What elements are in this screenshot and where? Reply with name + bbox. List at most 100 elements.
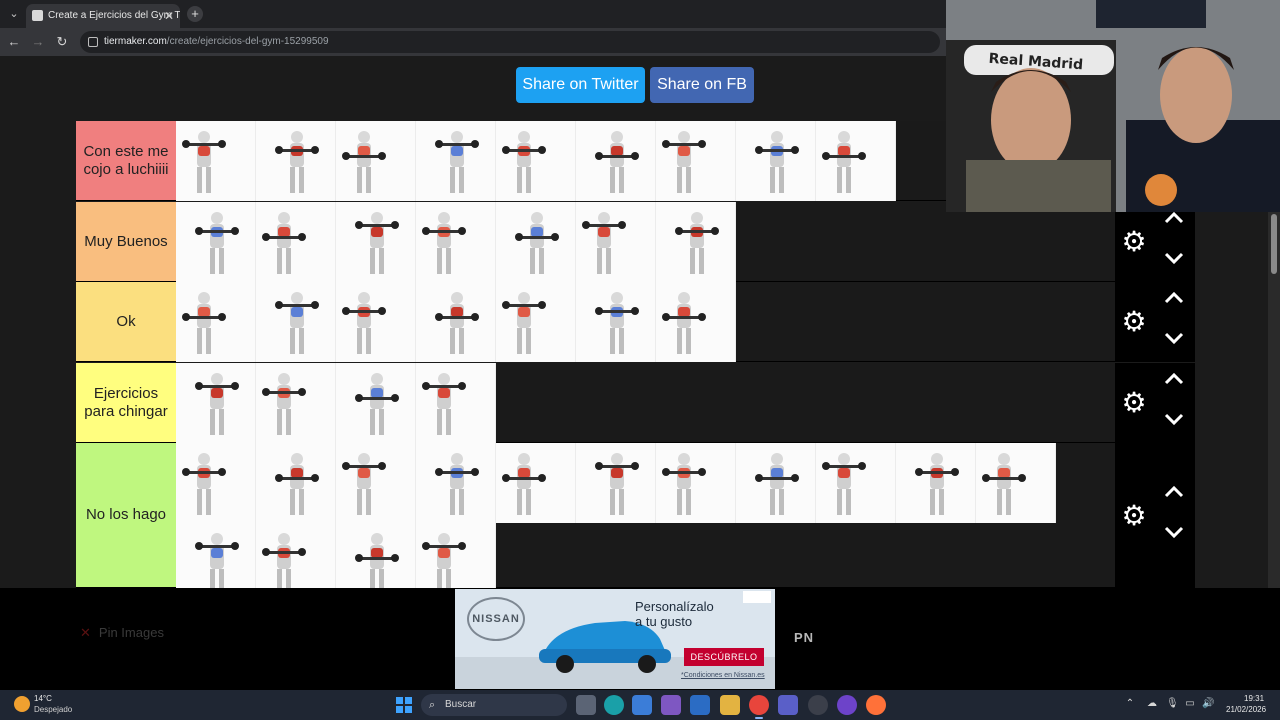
file-explorer-icon[interactable] <box>720 695 740 715</box>
move-tier-up-chevron-icon[interactable] <box>1163 484 1185 500</box>
exercise-image[interactable] <box>416 282 496 362</box>
site-info-icon[interactable] <box>88 37 98 47</box>
tier-label[interactable]: Con este me cojo a luchiiii <box>76 121 176 200</box>
task-view-icon[interactable] <box>576 695 596 715</box>
exercise-image[interactable] <box>736 121 816 201</box>
exercise-image[interactable] <box>336 523 416 588</box>
clock-time[interactable]: 19:31 <box>1244 694 1264 703</box>
share-facebook-button[interactable]: Share on FB <box>650 67 754 103</box>
tier-items-area[interactable] <box>176 443 1116 588</box>
mail-icon[interactable] <box>690 695 710 715</box>
tier-items-area[interactable] <box>176 363 1116 443</box>
weather-icon[interactable] <box>14 696 30 712</box>
firefox-icon[interactable] <box>866 695 886 715</box>
exercise-image[interactable] <box>336 202 416 282</box>
tier-settings-gear-icon[interactable]: ⚙ <box>1119 388 1149 418</box>
tier-label[interactable]: Ejercicios para chingar <box>76 363 176 442</box>
move-tier-up-chevron-icon[interactable] <box>1163 290 1185 306</box>
volume-icon[interactable]: 🔊 <box>1202 698 1214 710</box>
app-circle-icon[interactable] <box>837 695 857 715</box>
exercise-image[interactable] <box>976 443 1056 523</box>
exercise-image[interactable] <box>656 202 736 282</box>
ad-cta-button[interactable]: DESCÚBRELO <box>684 648 764 666</box>
exercise-image[interactable] <box>816 121 896 201</box>
exercise-image[interactable] <box>256 443 336 523</box>
ad-fine-print[interactable]: *Condiciones en Nissan.es <box>681 672 765 679</box>
reload-icon[interactable]: ↻ <box>54 34 70 50</box>
tier-settings-gear-icon[interactable]: ⚙ <box>1119 227 1149 257</box>
store-icon[interactable] <box>632 695 652 715</box>
tier-items-area[interactable] <box>176 282 1116 362</box>
ad-choices-icon[interactable] <box>743 591 771 603</box>
scrollbar-thumb[interactable] <box>1271 214 1277 274</box>
weather-description[interactable]: Despejado <box>34 705 72 714</box>
exercise-image[interactable] <box>176 523 256 588</box>
exercise-image[interactable] <box>656 121 736 201</box>
tier-label[interactable]: Muy Buenos <box>76 202 176 281</box>
exercise-image[interactable] <box>576 282 656 362</box>
clock-date[interactable]: 21/02/2026 <box>1226 705 1266 714</box>
exercise-image[interactable] <box>336 363 416 443</box>
network-icon[interactable]: ▭ <box>1184 698 1196 710</box>
share-twitter-button[interactable]: Share on Twitter <box>516 67 645 103</box>
edge-icon[interactable] <box>604 695 624 715</box>
exercise-image[interactable] <box>656 443 736 523</box>
tier-settings-gear-icon[interactable]: ⚙ <box>1119 307 1149 337</box>
move-tier-up-chevron-icon[interactable] <box>1163 371 1185 387</box>
exercise-image[interactable] <box>576 202 656 282</box>
exercise-image[interactable] <box>256 202 336 282</box>
exercise-image[interactable] <box>336 443 416 523</box>
exercise-image[interactable] <box>576 443 656 523</box>
taskbar-search[interactable]: ⌕ Buscar <box>421 694 567 716</box>
move-tier-up-chevron-icon[interactable] <box>1163 210 1185 226</box>
exercise-image[interactable] <box>656 282 736 362</box>
app-icon[interactable] <box>808 695 828 715</box>
teams-icon[interactable] <box>778 695 798 715</box>
browser-tab[interactable]: Create a Ejercicios del Gym Tie ✕ <box>26 4 180 28</box>
exercise-image[interactable] <box>416 363 496 443</box>
close-tab-icon[interactable]: ✕ <box>162 4 176 28</box>
new-tab-plus-icon[interactable]: + <box>187 6 203 22</box>
move-tier-down-chevron-icon[interactable] <box>1163 250 1185 266</box>
exercise-image[interactable] <box>176 363 256 443</box>
page-scrollbar[interactable] <box>1268 210 1280 588</box>
tray-chevron-up-icon[interactable]: ⌃ <box>1124 698 1136 710</box>
nissan-ad-banner[interactable]: NISSAN Personalízalo a tu gusto DESCÚBREL… <box>455 589 775 689</box>
exercise-image[interactable] <box>336 282 416 362</box>
exercise-image[interactable] <box>256 121 336 201</box>
back-arrow-icon[interactable]: ← <box>6 34 22 50</box>
tier-label[interactable]: No los hago <box>76 443 176 587</box>
tab-search-icon[interactable]: ⌄ <box>6 6 22 22</box>
exercise-image[interactable] <box>256 363 336 443</box>
pin-images-button[interactable]: ✕ Pin Images <box>80 625 164 641</box>
exercise-image[interactable] <box>496 121 576 201</box>
chrome-icon[interactable] <box>749 695 769 715</box>
exercise-image[interactable] <box>576 121 656 201</box>
exercise-image[interactable] <box>176 282 256 362</box>
microphone-icon[interactable]: 🎙 <box>1166 698 1179 710</box>
exercise-image[interactable] <box>416 121 496 201</box>
move-tier-down-chevron-icon[interactable] <box>1163 411 1185 427</box>
exercise-image[interactable] <box>496 443 576 523</box>
tier-items-area[interactable] <box>176 202 1116 282</box>
tier-settings-gear-icon[interactable]: ⚙ <box>1119 500 1149 531</box>
exercise-image[interactable] <box>256 523 336 588</box>
exercise-image[interactable] <box>336 121 416 201</box>
exercise-image[interactable] <box>256 282 336 362</box>
exercise-image[interactable] <box>416 443 496 523</box>
move-tier-down-chevron-icon[interactable] <box>1163 524 1185 540</box>
exercise-image[interactable] <box>896 443 976 523</box>
exercise-image[interactable] <box>416 202 496 282</box>
forward-arrow-icon[interactable]: → <box>30 34 46 50</box>
address-bar[interactable]: tiermaker.com/create/ejercicios-del-gym-… <box>80 31 940 53</box>
exercise-image[interactable] <box>496 282 576 362</box>
exercise-image[interactable] <box>816 443 896 523</box>
windows-start-icon[interactable] <box>396 697 412 713</box>
move-tier-down-chevron-icon[interactable] <box>1163 330 1185 346</box>
visual-studio-icon[interactable] <box>661 695 681 715</box>
exercise-image[interactable] <box>176 202 256 282</box>
exercise-image[interactable] <box>736 443 816 523</box>
exercise-image[interactable] <box>496 202 576 282</box>
exercise-image[interactable] <box>176 121 256 201</box>
exercise-image[interactable] <box>416 523 496 588</box>
